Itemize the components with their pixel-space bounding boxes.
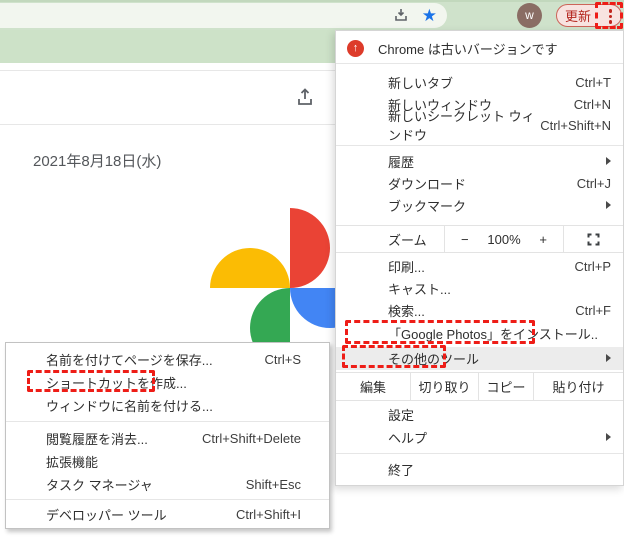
upload-icon[interactable]	[294, 86, 316, 108]
menu-item-install-google-photos[interactable]: 「Google Photos」をインストール..	[336, 322, 623, 344]
edit-label: 編集	[336, 373, 411, 400]
profile-avatar[interactable]: w	[517, 3, 542, 28]
menu-item-chrome-outdated[interactable]: ↑ Chrome は古いバージョンです	[336, 34, 623, 62]
zoom-label: ズーム	[388, 232, 427, 248]
submenu-arrow-icon	[606, 201, 611, 209]
menu-separator	[336, 453, 623, 454]
zoom-level-value: 100%	[487, 231, 521, 247]
update-button-label: 更新	[565, 9, 592, 24]
zoom-out-button[interactable]: −	[461, 232, 469, 247]
submenu-item-developer-tools[interactable]: デベロッパー ツール Ctrl+Shift+I	[6, 503, 329, 525]
update-arrow-icon: ↑	[347, 39, 364, 57]
copy-button[interactable]: コピー	[479, 373, 534, 400]
window-frame-strip	[0, 0, 624, 2]
menu-item-history[interactable]: 履歴	[336, 150, 623, 172]
menu-separator	[336, 145, 623, 146]
fullscreen-icon	[587, 233, 600, 245]
menu-item-find[interactable]: 検索... Ctrl+F	[336, 299, 623, 321]
menu-item-help[interactable]: ヘルプ	[336, 426, 623, 448]
submenu-arrow-icon	[606, 157, 611, 165]
chrome-menu: ↑ Chrome は古いバージョンです 新しいタブ Ctrl+T 新しいウィンド…	[335, 30, 624, 486]
menu-item-exit[interactable]: 終了	[336, 458, 623, 480]
photos-date-header: 2021年8月18日(水)	[33, 153, 162, 170]
browser-window: 2021年8月18日(水) ★ w 更新 ↑ Chrome は古いバージョンです	[0, 0, 624, 537]
submenu-separator	[6, 421, 329, 422]
cut-button[interactable]: 切り取り	[411, 373, 479, 400]
paste-button[interactable]: 貼り付け	[534, 373, 623, 400]
browser-toolbar: ★ w 更新	[0, 0, 624, 30]
submenu-separator	[6, 499, 329, 500]
menu-zoom-row: ズーム − 100% +	[336, 225, 623, 253]
submenu-item-name-window[interactable]: ウィンドウに名前を付ける...	[6, 394, 329, 416]
menu-edit-row: 編集 切り取り コピー 貼り付け	[336, 372, 623, 401]
menu-item-new-tab[interactable]: 新しいタブ Ctrl+T	[336, 71, 623, 93]
menu-item-cast[interactable]: キャスト...	[336, 277, 623, 299]
fullscreen-button[interactable]	[564, 226, 623, 252]
photos-logo-red-petal	[290, 208, 330, 288]
submenu-item-task-manager[interactable]: タスク マネージャ Shift+Esc	[6, 473, 329, 495]
menu-item-more-tools[interactable]: その他のツール	[336, 347, 623, 369]
submenu-item-create-shortcut[interactable]: ショートカットを作成...	[6, 371, 329, 393]
submenu-item-extensions[interactable]: 拡張機能	[6, 450, 329, 472]
install-app-icon[interactable]	[393, 7, 409, 23]
submenu-item-save-page-as[interactable]: 名前を付けてページを保存... Ctrl+S	[6, 348, 329, 370]
menu-item-new-incognito-window[interactable]: 新しいシークレット ウィンドウ Ctrl+Shift+N	[336, 109, 623, 143]
menu-item-bookmarks[interactable]: ブックマーク	[336, 194, 623, 216]
address-bar[interactable]: ★	[0, 3, 447, 28]
submenu-arrow-icon	[606, 433, 611, 441]
menu-item-settings[interactable]: 設定	[336, 403, 623, 425]
bookmark-star-icon[interactable]: ★	[422, 4, 437, 28]
menu-item-downloads[interactable]: ダウンロード Ctrl+J	[336, 172, 623, 194]
submenu-arrow-icon	[606, 354, 611, 362]
menu-dots-icon[interactable]	[608, 9, 612, 24]
zoom-in-button[interactable]: +	[539, 232, 547, 247]
photos-logo-yellow-petal	[210, 248, 290, 288]
menu-separator	[336, 63, 623, 64]
more-tools-submenu: 名前を付けてページを保存... Ctrl+S ショートカットを作成... ウィン…	[5, 342, 330, 529]
submenu-item-clear-browsing-data[interactable]: 閲覧履歴を消去... Ctrl+Shift+Delete	[6, 427, 329, 449]
menu-item-print[interactable]: 印刷... Ctrl+P	[336, 255, 623, 277]
update-chrome-button[interactable]: 更新	[556, 4, 622, 27]
